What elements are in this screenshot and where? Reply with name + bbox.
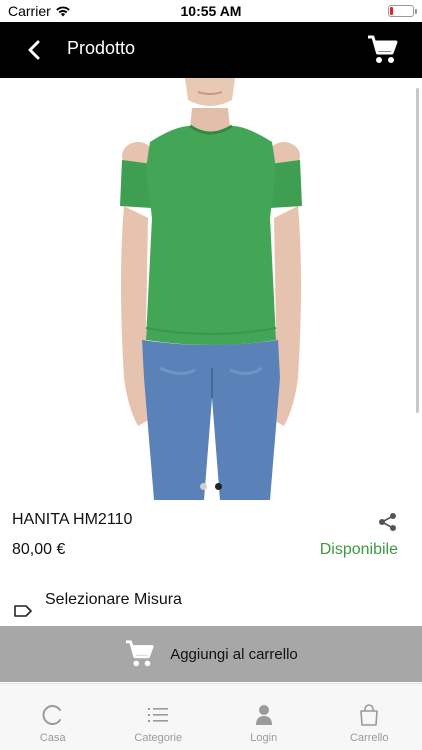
battery-icon xyxy=(388,5,417,17)
share-button[interactable] xyxy=(378,512,398,532)
cart-icon xyxy=(368,35,398,63)
refresh-icon xyxy=(42,705,61,725)
carousel-dot[interactable] xyxy=(200,483,207,490)
status-bar: Carrier 10:55 AM xyxy=(0,0,422,22)
list-icon xyxy=(148,708,169,722)
chevron-left-icon xyxy=(28,40,40,60)
tab-casa[interactable]: Casa xyxy=(0,684,106,750)
carousel-dot-active[interactable] xyxy=(215,483,222,490)
tab-label: Categorie xyxy=(134,732,183,744)
back-button[interactable] xyxy=(20,36,48,64)
clock: 10:55 AM xyxy=(180,3,242,19)
page-title: Prodotto xyxy=(67,38,136,58)
size-selector-label: Selezionare Misura xyxy=(45,591,182,608)
scroll-indicator[interactable] xyxy=(416,88,419,413)
bag-icon xyxy=(360,704,379,726)
size-selector[interactable]: Selezionare Misura xyxy=(0,585,422,625)
carousel-dots[interactable] xyxy=(0,483,422,490)
add-to-cart-label: Aggiungi al carrello xyxy=(170,645,298,663)
tag-icon xyxy=(14,605,32,617)
availability-status: Disponibile xyxy=(319,541,398,558)
tab-bar: Casa Categorie Login Carrello xyxy=(0,683,422,750)
add-to-cart-button[interactable]: Aggiungi al carrello xyxy=(0,626,422,682)
share-icon xyxy=(379,513,396,531)
product-name: HANITA HM2110 xyxy=(12,511,133,528)
header-cart-button[interactable] xyxy=(366,34,400,66)
tab-label: Casa xyxy=(39,732,66,744)
tab-carrello[interactable]: Carrello xyxy=(317,684,422,750)
nav-header: Prodotto xyxy=(0,22,422,78)
tab-label: Login xyxy=(250,732,278,744)
tab-login[interactable]: Login xyxy=(211,684,317,750)
product-price: 80,00 € xyxy=(12,541,66,558)
cart-icon xyxy=(126,640,154,667)
user-icon xyxy=(255,705,272,725)
tab-label: Carrello xyxy=(349,732,389,744)
product-photo xyxy=(120,78,302,500)
product-image[interactable] xyxy=(0,78,422,500)
tab-categorie[interactable]: Categorie xyxy=(106,684,212,750)
